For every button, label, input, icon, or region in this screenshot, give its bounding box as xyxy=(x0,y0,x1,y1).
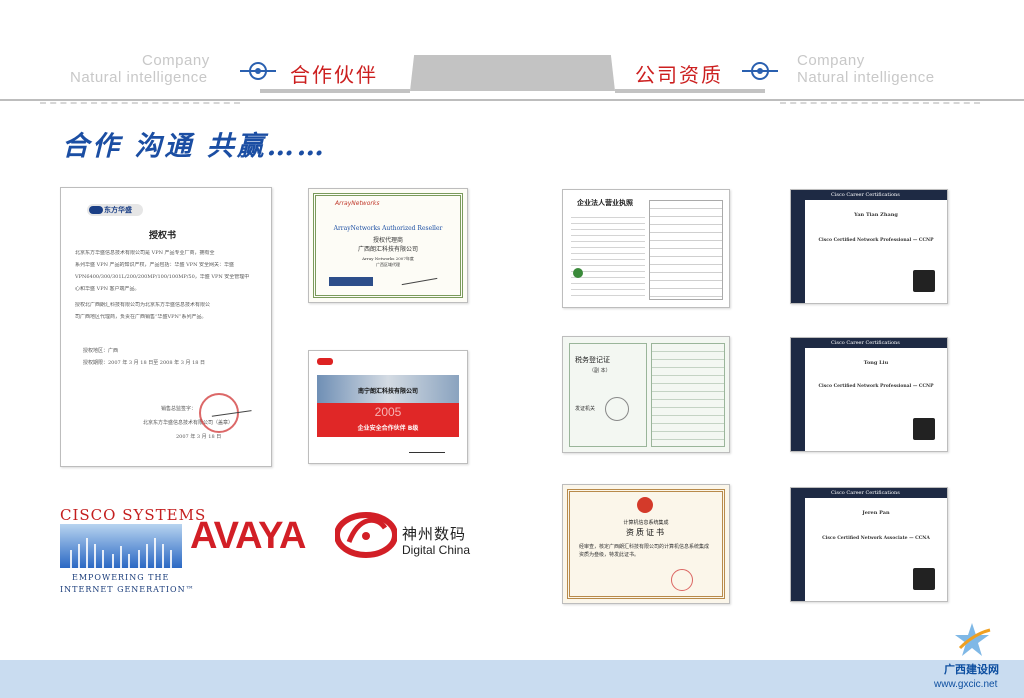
cisco-certificate: Cisco Career Certifications Yan Tian Zha… xyxy=(790,189,948,304)
target-icon-right xyxy=(751,62,769,80)
huasheng-logo-text: 东方华盛 xyxy=(104,206,132,214)
header-left-cn: 合作伙伴 xyxy=(290,63,378,87)
tax-issuer: 发证机关 xyxy=(575,406,596,412)
cisco-cert-band-label: Cisco Career Certifications xyxy=(831,490,900,496)
digital-china-icon xyxy=(334,510,398,560)
auth-body: 北京东方华盛信息技术有限公司是 VPN 产品专业厂商，拥有全 系列华盛 VPN … xyxy=(75,250,259,321)
header-right-en-1: Company xyxy=(797,52,865,69)
trend-company: 南宁朗汇科技有限公司 xyxy=(357,388,418,395)
qual-org: 计算机信息系统集成 xyxy=(623,520,669,526)
array-networks-certificate: ArrayNetworks ArrayNetworks Authorized R… xyxy=(308,188,468,303)
watermark-url: www.gxcic.net xyxy=(934,679,998,690)
header-left-en-1: Company xyxy=(142,52,210,69)
header-left-en-2: Natural intelligence xyxy=(70,69,208,86)
huasheng-logo: 东方华盛 xyxy=(87,204,143,216)
license-right-page xyxy=(649,200,723,300)
cisco-certificate: Cisco Career Certifications Tong Liu Cis… xyxy=(790,337,948,452)
trend-logo xyxy=(317,358,333,365)
slogan: 合作 沟通 共赢…… xyxy=(62,131,327,162)
cisco-cert-seal xyxy=(913,418,935,440)
digital-china-en: Digital China xyxy=(402,543,471,557)
cisco-bridge-icon xyxy=(60,524,182,568)
header-tab xyxy=(410,55,615,91)
auth-line: 系列华盛 VPN 产品的知识产权，产品包括：华盛 VPN 安全网关：华盛 xyxy=(75,262,235,268)
license-left-page xyxy=(571,212,645,298)
qual-body: 经审查，核定广西朗汇科技有限公司的计算机信息系统集成资质为叁级，特发此证书。 xyxy=(579,544,710,558)
auth-line: 司广西地区代理商，负责在广西销售“华盛VPN”系列产品。 xyxy=(75,314,207,320)
cisco-cert-seal xyxy=(913,270,935,292)
header-right-cn: 公司资质 xyxy=(635,63,723,87)
trend-partner-certificate: 南宁朗汇科技有限公司 2005 企业安全合作伙伴 B级 xyxy=(308,350,468,464)
header-right-en-2: Natural intelligence xyxy=(797,69,935,86)
qualification-certificate: 计算机信息系统集成 资质证书 经审查，核定广西朗汇科技有限公司的计算机信息系统集… xyxy=(562,484,730,604)
tax-registration: 税务登记证 （副 本） 发证机关 xyxy=(562,336,730,453)
cisco-cert-side xyxy=(791,338,805,451)
qual-title: 资质证书 xyxy=(626,528,666,537)
auth-sign-1: 销售总监签字： xyxy=(161,406,197,412)
auth-date: 2007 年 3 月 18 日 xyxy=(176,434,222,440)
cisco-cert-name: Tong Liu xyxy=(863,360,889,366)
dashed-rule-left xyxy=(40,102,240,104)
tax-stamp xyxy=(605,397,629,421)
trend-level: 企业安全合作伙伴 B级 xyxy=(357,425,419,432)
avaya-logo: AVAYA xyxy=(190,515,306,557)
auth-line: 授权北广西朗汇科技有限公司为北京东方华盛信息技术有限公 xyxy=(75,302,211,308)
cisco-cert-seal xyxy=(913,568,935,590)
license-title: 企业法人营业执照 xyxy=(577,198,633,207)
cisco-cert-side xyxy=(791,190,805,303)
cisco-cert-band-label: Cisco Career Certifications xyxy=(831,340,900,346)
business-license: 企业法人营业执照 xyxy=(562,189,730,308)
qual-emblem xyxy=(637,497,653,513)
cisco-cert-band-label: Cisco Career Certifications xyxy=(831,192,900,198)
cisco-logo-tag-2: INTERNET GENERATION™ xyxy=(60,585,195,594)
array-company: 广西朗汇科技有限公司 xyxy=(357,246,418,253)
star-icon xyxy=(952,620,992,660)
cisco-cert-title: Cisco Certified Network Professional — C… xyxy=(818,238,934,243)
tax-title: 税务登记证 xyxy=(575,356,610,364)
auth-line: 心和华盛 VPN 客户端产品。 xyxy=(75,286,140,292)
trend-year: 2005 xyxy=(374,405,402,419)
qual-stamp xyxy=(671,569,693,591)
cisco-cert-title: Cisco Certified Network Professional — C… xyxy=(818,384,934,389)
cisco-cert-side xyxy=(791,488,805,601)
auth-period: 授权期限：2007 年 3 月 18 日至 2008 年 3 月 18 日 xyxy=(83,360,206,366)
trend-signature xyxy=(409,447,445,453)
cisco-certificate: Cisco Career Certifications Jeren Pan Ci… xyxy=(790,487,948,602)
auth-line: 北京东方华盛信息技术有限公司是 VPN 产品专业厂商，拥有全 xyxy=(75,250,215,256)
footer-band xyxy=(0,660,1024,698)
auth-region: 授权地区：广西 xyxy=(83,348,119,354)
tax-subtitle: （副 本） xyxy=(589,368,611,374)
cisco-logo-tag-1: EMPOWERING THE xyxy=(72,573,170,582)
huasheng-logo-mark xyxy=(89,206,103,214)
tax-right-page xyxy=(651,343,725,447)
cisco-cert-name: Jeren Pan xyxy=(862,510,890,516)
authorization-letter: 东方华盛 授权书 北京东方华盛信息技术有限公司是 VPN 产品专业厂商，拥有全 … xyxy=(60,187,272,467)
array-title-en: ArrayNetworks Authorized Reseller xyxy=(333,225,443,232)
auth-line: VPN6400/300/301L/200/200MP/100/100MP/50，… xyxy=(75,274,250,280)
target-icon-left xyxy=(249,62,267,80)
trend-red-panel: 2005 企业安全合作伙伴 B级 xyxy=(317,403,459,437)
cisco-cert-name: Yan Tian Zhang xyxy=(854,212,898,218)
watermark-cn: 广西建设网 xyxy=(944,663,999,676)
header-underline-left xyxy=(260,89,410,93)
dashed-rule-right xyxy=(780,102,980,104)
array-region: 广西区域代理 xyxy=(376,262,400,267)
auth-title: 授权书 xyxy=(149,231,177,241)
license-emblem xyxy=(573,268,583,278)
header-rule xyxy=(0,99,1024,101)
header-underline-right xyxy=(615,89,765,93)
array-logo: ArrayNetworks xyxy=(335,200,380,207)
digital-china-cn: 神州数码 xyxy=(402,525,467,543)
array-title-cn: 授权代理商 xyxy=(372,237,403,244)
array-ribbon xyxy=(329,277,373,286)
cisco-cert-title: Cisco Certified Network Associate — CCNA xyxy=(822,536,930,541)
cisco-logo-name: CISCO SYSTEMS xyxy=(60,506,207,524)
